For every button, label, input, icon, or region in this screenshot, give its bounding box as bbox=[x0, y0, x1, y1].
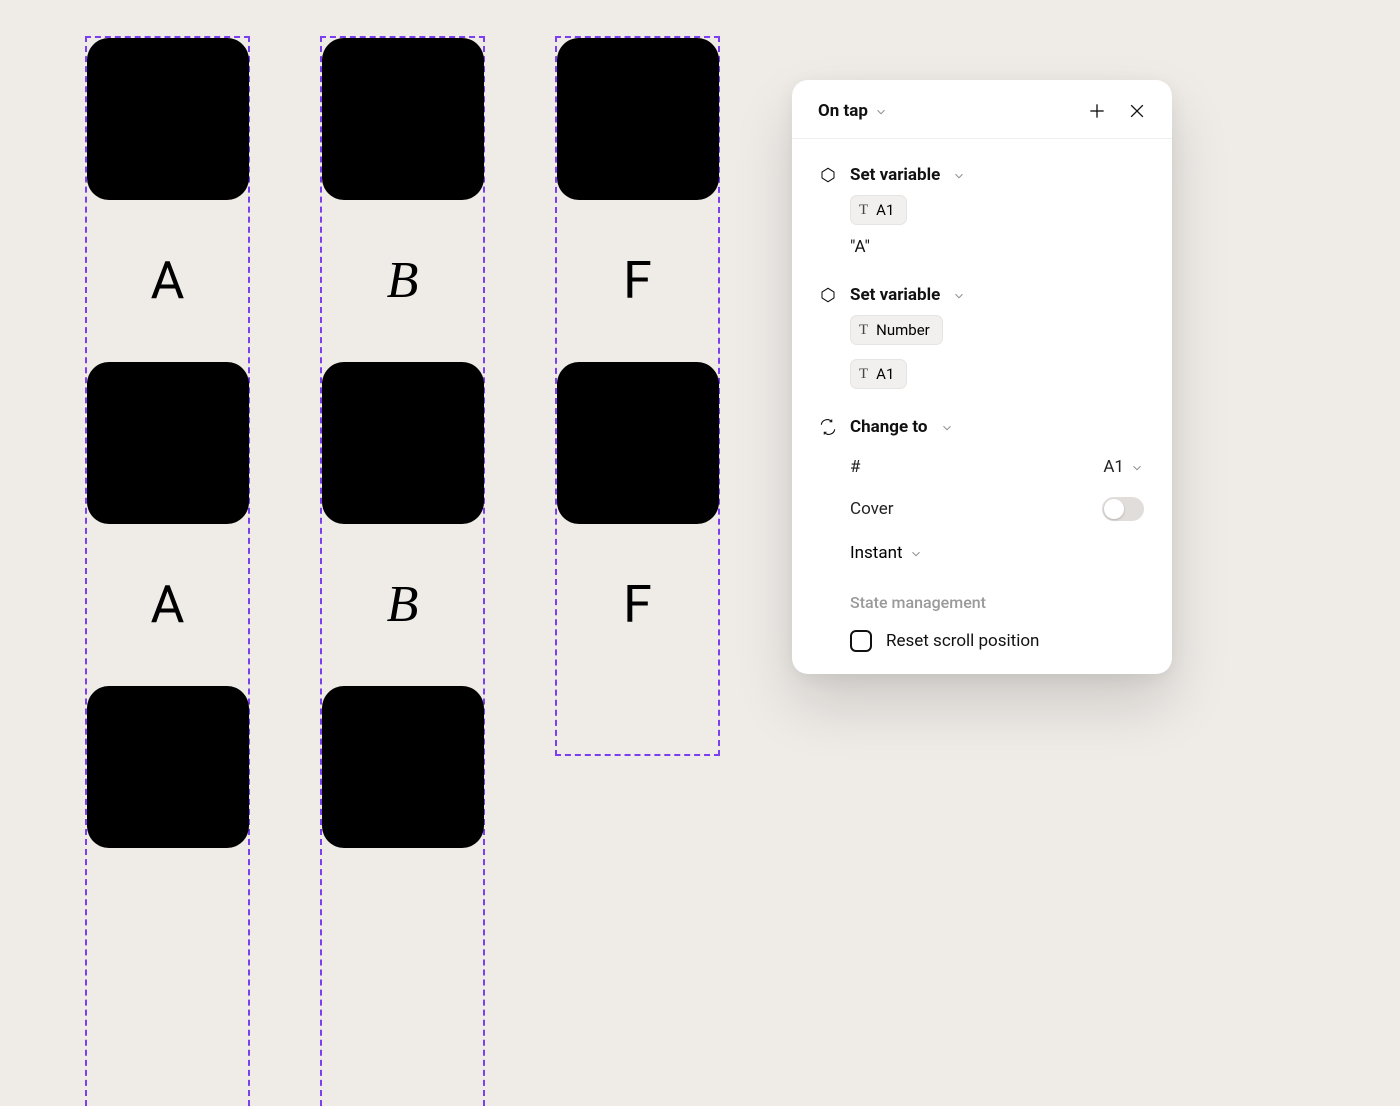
add-action-button[interactable] bbox=[1086, 100, 1108, 122]
interaction-panel: On tap Set variable T bbox=[792, 80, 1172, 674]
close-button[interactable] bbox=[1126, 100, 1148, 122]
letter-label: F bbox=[557, 255, 718, 307]
variable-value-pill[interactable]: T A1 bbox=[850, 359, 907, 389]
design-column-1[interactable]: A A bbox=[85, 36, 250, 1106]
variable-value[interactable]: "A" bbox=[850, 237, 1148, 257]
variable-pill[interactable]: T Number bbox=[850, 315, 943, 345]
image-block[interactable] bbox=[87, 38, 249, 200]
letter-label: A bbox=[87, 579, 248, 631]
variable-value-name: A1 bbox=[876, 365, 894, 383]
target-frame-select[interactable]: A1 bbox=[1103, 457, 1144, 477]
variable-name: Number bbox=[876, 321, 930, 339]
action-header-set-variable[interactable]: Set variable bbox=[818, 285, 1148, 305]
hash-label: # bbox=[850, 457, 860, 477]
cover-label: Cover bbox=[850, 499, 894, 519]
design-column-3[interactable]: F F bbox=[555, 36, 720, 756]
action-label: Change to bbox=[850, 417, 928, 437]
target-frame-row: # A1 bbox=[850, 457, 1144, 477]
reset-scroll-label: Reset scroll position bbox=[886, 631, 1039, 651]
letter-label: A bbox=[87, 255, 248, 307]
chevron-down-icon bbox=[874, 104, 888, 118]
animation-value: Instant bbox=[850, 543, 903, 563]
action-label: Set variable bbox=[850, 165, 940, 185]
letter-label: B bbox=[322, 255, 483, 307]
state-management-heading: State management bbox=[850, 593, 1148, 612]
panel-header: On tap bbox=[792, 80, 1172, 139]
design-column-2[interactable]: B B bbox=[320, 36, 485, 1106]
action-header-change-to[interactable]: Change to bbox=[818, 417, 1148, 437]
hexagon-icon bbox=[818, 285, 838, 305]
chevron-down-icon bbox=[940, 420, 954, 434]
letter-label: F bbox=[557, 579, 718, 631]
image-block[interactable] bbox=[322, 686, 484, 848]
image-block[interactable] bbox=[322, 38, 484, 200]
reset-scroll-checkbox[interactable] bbox=[850, 630, 872, 652]
action-header-set-variable[interactable]: Set variable bbox=[818, 165, 1148, 185]
trigger-selector[interactable]: On tap bbox=[818, 101, 888, 121]
letter-label: B bbox=[322, 579, 483, 631]
variable-name: A1 bbox=[876, 201, 894, 219]
image-block[interactable] bbox=[557, 362, 719, 524]
text-icon: T bbox=[859, 366, 868, 383]
reset-scroll-checkbox-row[interactable]: Reset scroll position bbox=[850, 630, 1148, 652]
image-block[interactable] bbox=[87, 362, 249, 524]
image-block[interactable] bbox=[87, 686, 249, 848]
hexagon-icon bbox=[818, 165, 838, 185]
cover-row: Cover bbox=[850, 497, 1144, 521]
text-icon: T bbox=[859, 202, 868, 219]
chevron-down-icon bbox=[952, 288, 966, 302]
panel-title: On tap bbox=[818, 101, 868, 121]
text-icon: T bbox=[859, 322, 868, 339]
animation-select[interactable]: Instant bbox=[850, 543, 1148, 563]
cover-toggle[interactable] bbox=[1102, 497, 1144, 521]
variable-pill[interactable]: T A1 bbox=[850, 195, 907, 225]
design-canvas[interactable]: A A B B F F bbox=[0, 0, 1400, 1050]
chevron-down-icon bbox=[952, 168, 966, 182]
chevron-down-icon bbox=[1130, 460, 1144, 474]
swap-icon bbox=[818, 417, 838, 437]
action-label: Set variable bbox=[850, 285, 940, 305]
image-block[interactable] bbox=[557, 38, 719, 200]
image-block[interactable] bbox=[322, 362, 484, 524]
chevron-down-icon bbox=[909, 546, 923, 560]
target-frame-value: A1 bbox=[1103, 457, 1124, 477]
